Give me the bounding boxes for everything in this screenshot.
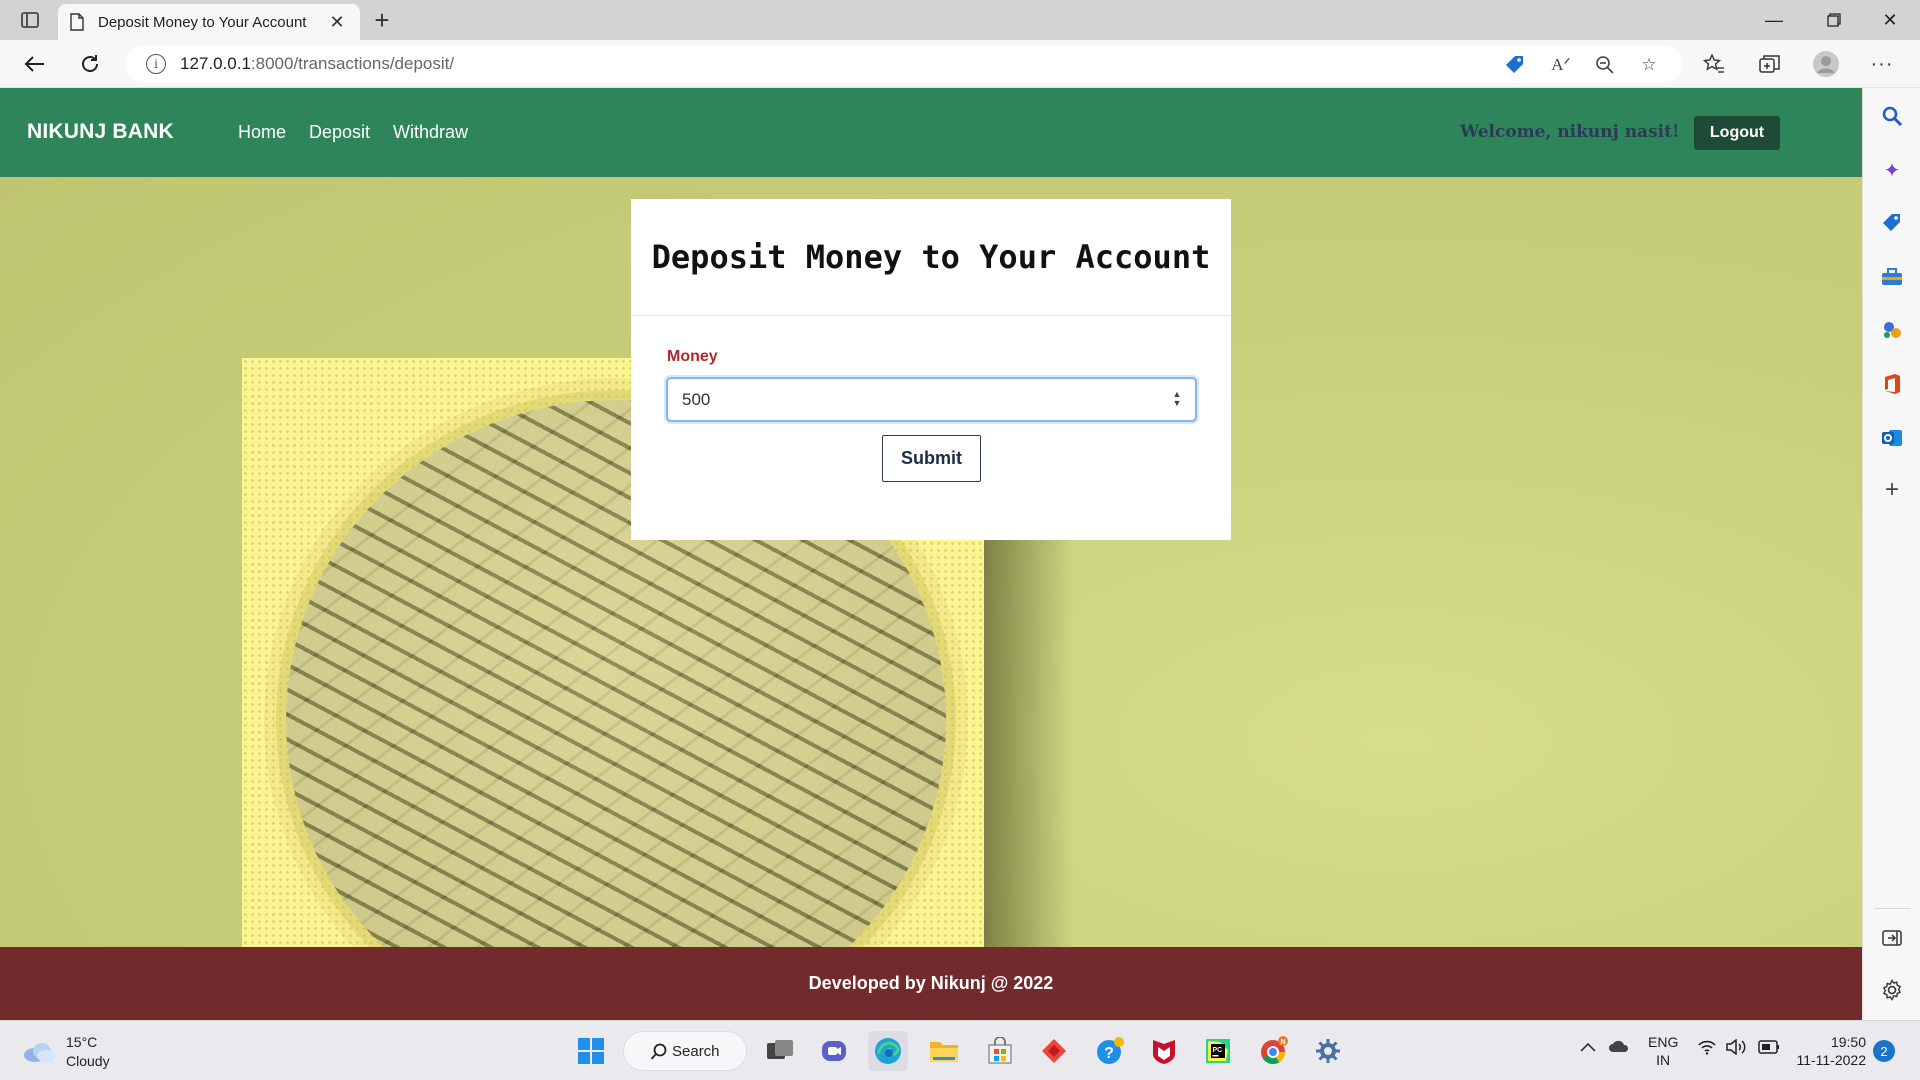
svg-text:PC: PC [1213,1047,1223,1054]
teams-chat-icon[interactable] [814,1031,854,1071]
language-code: ENG [1648,1034,1679,1050]
url-path: :8000/transactions/deposit/ [250,54,455,73]
weather-condition: Cloudy [66,1053,110,1069]
welcome-message: Welcome, nikunj nasit! [1460,122,1680,142]
favorites-icon[interactable] [1698,48,1730,80]
profile-icon[interactable] [1810,48,1842,80]
site-info-icon[interactable]: i [146,54,166,74]
refresh-icon[interactable] [74,48,106,80]
nav-link-deposit[interactable]: Deposit [309,122,370,143]
onedrive-icon[interactable] [1608,1039,1630,1056]
zoom-out-icon[interactable] [1592,52,1618,78]
brand-logo[interactable]: NIKUNJ BANK [27,120,174,144]
add-icon[interactable]: + [1880,476,1904,503]
browser-tab-active[interactable]: Deposit Money to Your Account ✕ [58,4,360,40]
weather-widget[interactable]: 15°C Cloudy [22,1033,110,1071]
nav-link-home[interactable]: Home [238,122,286,143]
clock[interactable]: 19:50 11-11-2022 [1794,1033,1866,1069]
page-title: Deposit Money to Your Account [651,238,1211,276]
hide-sidebar-icon[interactable] [1880,926,1904,950]
taskbar-search[interactable]: Search [623,1031,747,1071]
games-icon[interactable] [1880,318,1904,342]
tab-title: Deposit Money to Your Account [98,13,307,31]
anydesk-icon[interactable] [1034,1031,1074,1071]
site-navbar: NIKUNJ BANK Home Deposit Withdraw Welcom… [0,88,1862,177]
deposit-card: Deposit Money to Your Account Money ▲ ▼ … [631,199,1231,540]
cloudy-weather-icon [24,1043,55,1062]
clock-time: 19:50 [1830,1034,1866,1050]
new-tab-icon[interactable]: + [368,6,396,34]
taskbar-search-label: Search [672,1042,720,1060]
wifi-icon[interactable] [1698,1039,1716,1058]
card-header: Deposit Money to Your Account [631,199,1231,316]
microsoft-store-icon[interactable] [980,1031,1020,1071]
tools-icon[interactable] [1880,265,1904,289]
collections-icon[interactable] [1754,48,1786,80]
copilot-icon[interactable]: ✦ [1880,158,1904,182]
settings-app-icon[interactable] [1308,1031,1348,1071]
submit-button[interactable]: Submit [882,435,981,482]
edge-sidebar: ✦ + [1862,88,1920,1020]
show-hidden-icons-icon[interactable] [1580,1039,1596,1055]
url-host: 127.0.0.1 [180,54,251,73]
volume-icon[interactable] [1726,1038,1748,1058]
logout-button[interactable]: Logout [1694,116,1780,150]
settings-icon[interactable] [1880,978,1904,1002]
outlook-icon[interactable] [1880,426,1904,450]
clock-date: 11-11-2022 [1796,1052,1866,1068]
add-favorite-icon[interactable]: ☆ [1636,52,1662,78]
search-icon[interactable] [1880,104,1904,128]
mcafee-icon[interactable] [1144,1031,1184,1071]
footer-text: Developed by Nikunj @ 2022 [808,973,1054,993]
task-view-icon[interactable] [760,1031,800,1071]
tab-actions-icon[interactable] [14,8,46,32]
svg-text:?: ? [1104,1045,1114,1062]
region-code: IN [1656,1052,1671,1068]
window-close-icon[interactable]: ✕ [1862,0,1918,40]
svg-text:N: N [1280,1039,1285,1046]
chrome-icon[interactable]: N [1254,1031,1294,1071]
pycharm-icon[interactable]: PC [1198,1031,1238,1071]
shopping-icon[interactable] [1880,211,1904,235]
file-explorer-icon[interactable] [924,1031,964,1071]
browser-toolbar: i 127.0.0.1:8000/transactions/deposit/ A… [0,40,1920,88]
shopping-tag-icon[interactable] [1502,52,1528,78]
read-aloud-icon[interactable]: Aᐟ [1548,52,1574,78]
notification-badge[interactable]: 2 [1873,1040,1895,1062]
number-spinner[interactable]: ▲ ▼ [1171,390,1183,408]
web-page: NIKUNJ BANK Home Deposit Withdraw Welcom… [0,88,1862,1020]
money-input[interactable] [682,379,1142,420]
battery-icon[interactable] [1758,1040,1780,1057]
browser-tabstrip: Deposit Money to Your Account ✕ + — ✕ [0,0,1920,40]
edge-browser-icon[interactable] [868,1031,908,1071]
close-icon[interactable]: ✕ [326,12,348,33]
money-label: Money [667,348,718,365]
search-glass-icon [650,1043,667,1060]
language-indicator[interactable]: ENG IN [1648,1033,1678,1069]
nav-link-withdraw[interactable]: Withdraw [393,122,468,143]
weather-temperature: 15°C [66,1034,98,1050]
minimize-icon[interactable]: — [1746,0,1802,40]
address-bar[interactable]: i 127.0.0.1:8000/transactions/deposit/ A… [126,45,1682,83]
sidebar-divider [1875,908,1911,909]
start-icon[interactable] [571,1031,611,1071]
more-icon[interactable]: ··· [1866,48,1898,80]
office-icon[interactable] [1880,372,1904,396]
spinner-down-icon[interactable]: ▼ [1173,399,1182,408]
document-icon [70,13,84,31]
get-help-icon[interactable]: ? [1090,1031,1130,1071]
restore-icon[interactable] [1806,0,1862,40]
windows-taskbar: 15°C Cloudy Search ? PC N ENG IN 19:50 1… [0,1020,1920,1080]
back-icon[interactable] [18,48,50,80]
site-footer: Developed by Nikunj @ 2022 [0,947,1862,1020]
money-field[interactable]: ▲ ▼ [666,377,1197,422]
